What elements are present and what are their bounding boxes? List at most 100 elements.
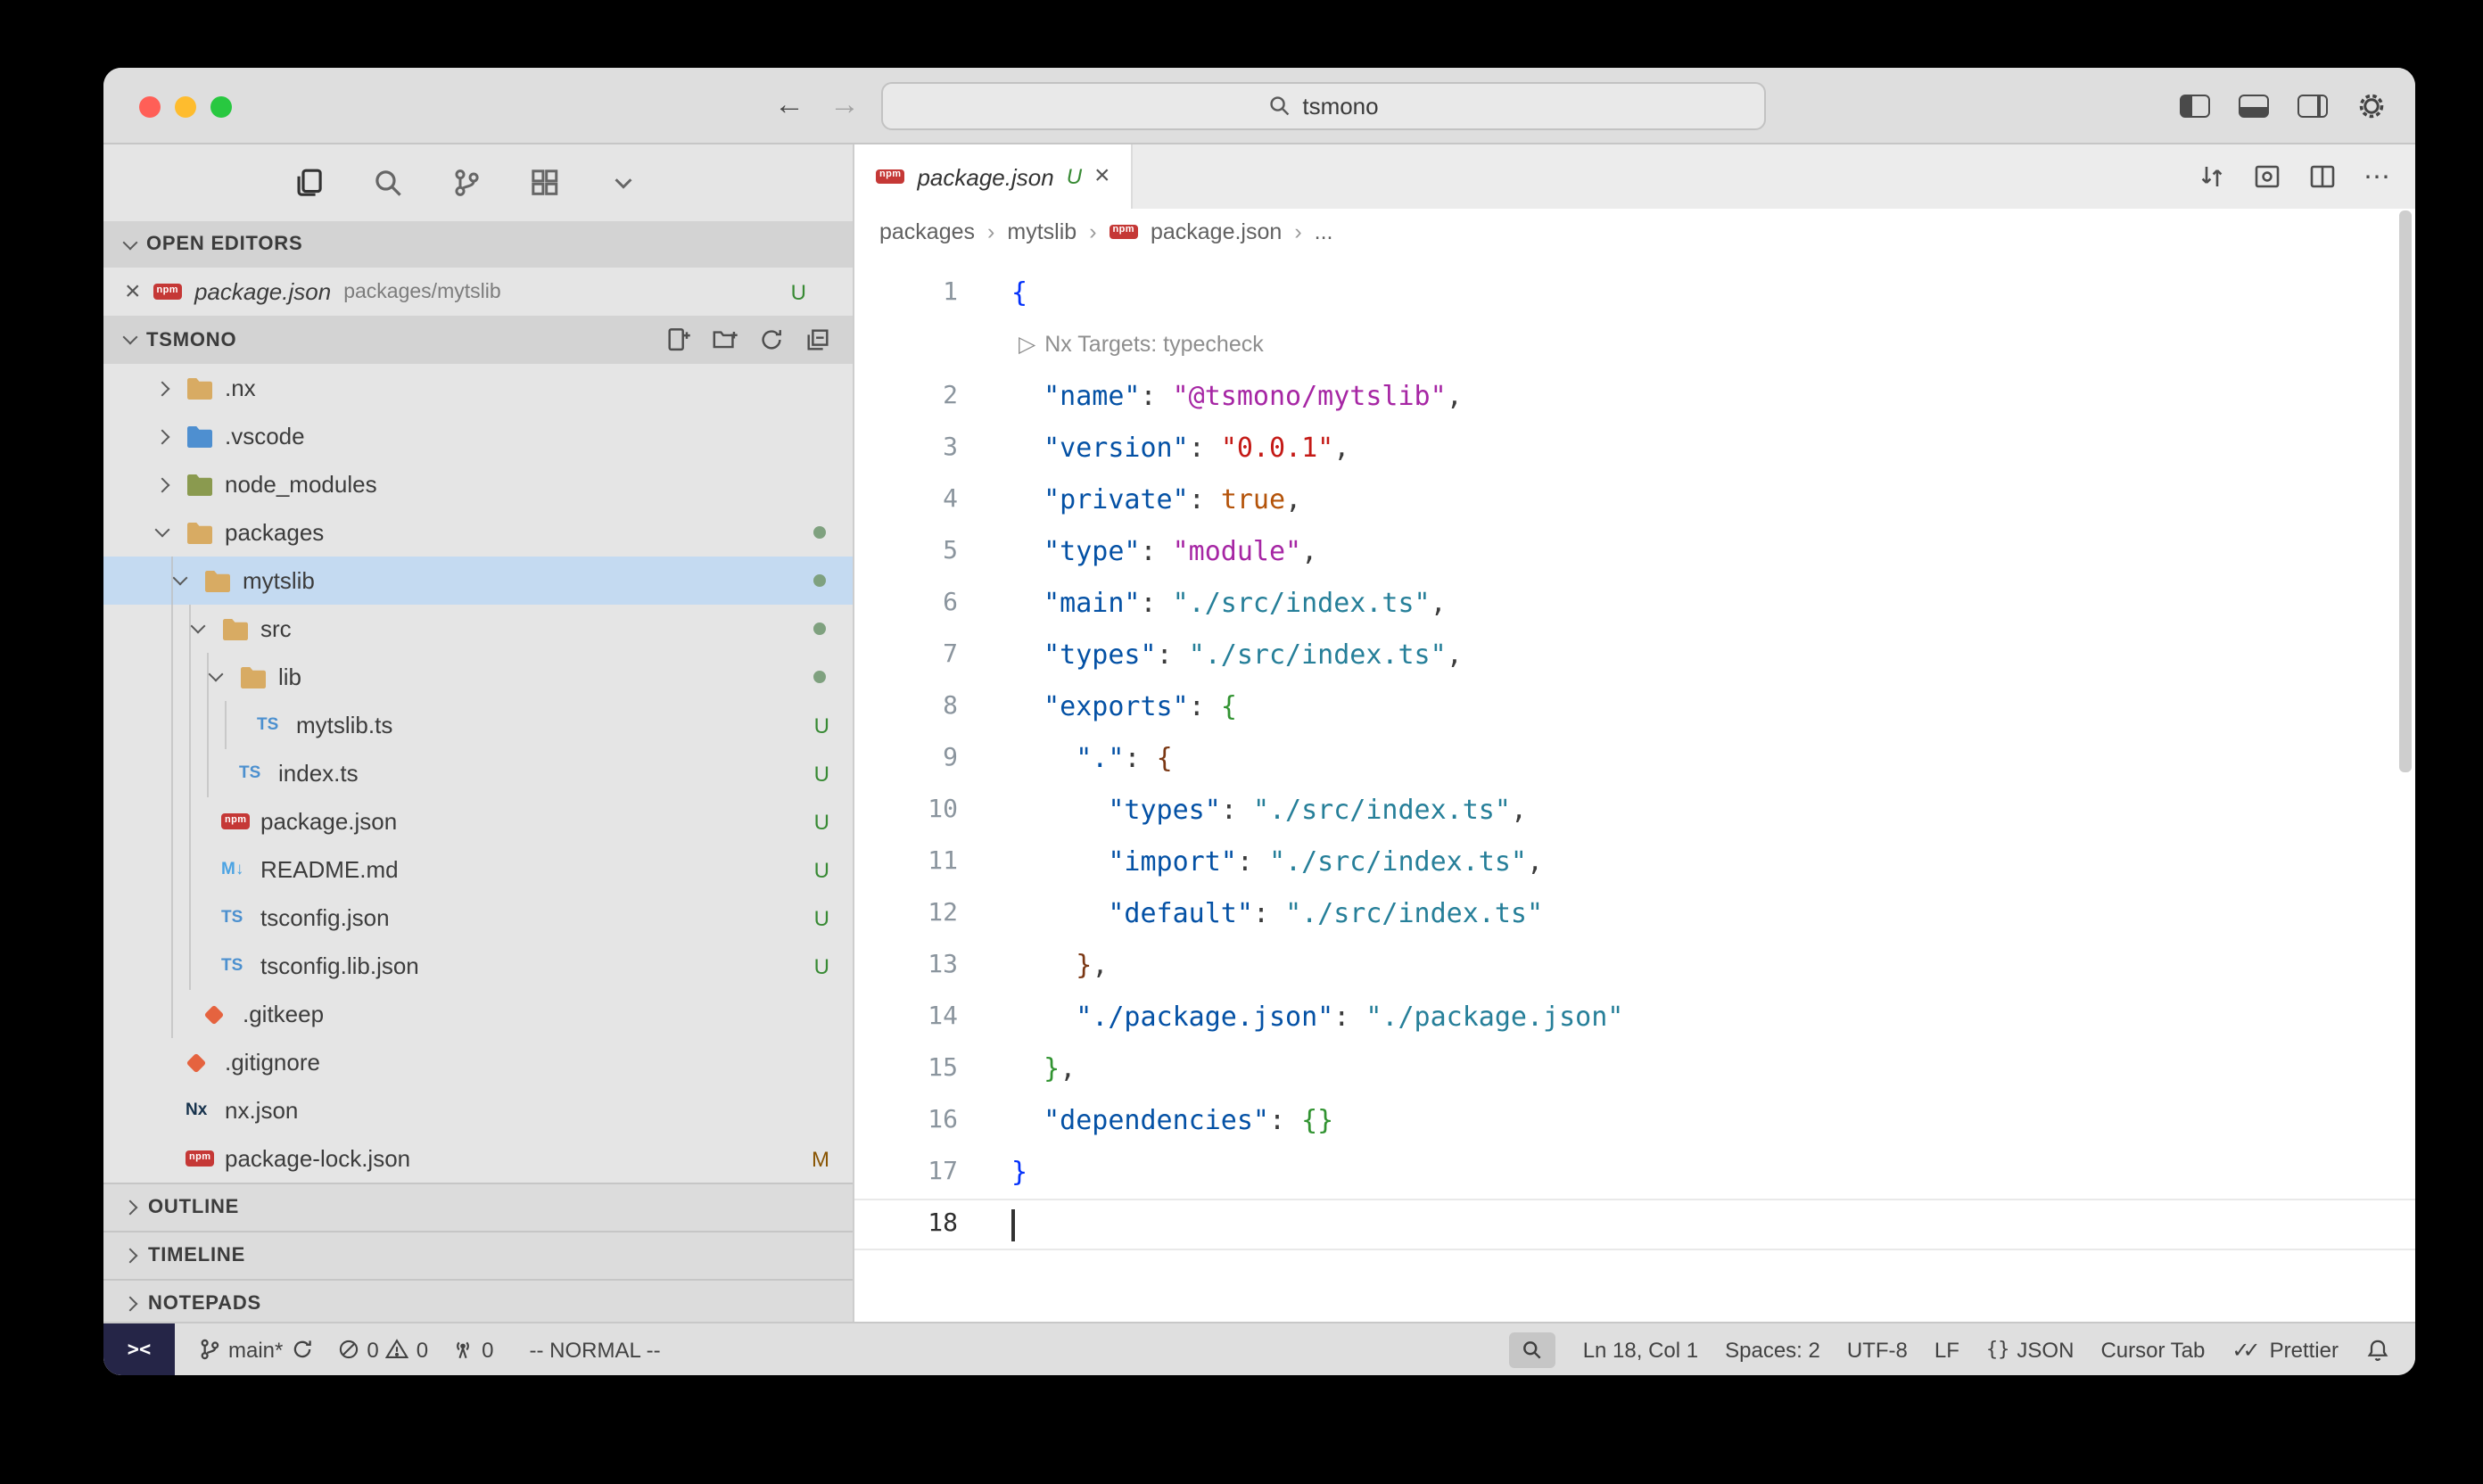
encoding-status[interactable]: UTF-8	[1847, 1337, 1908, 1362]
line-number: 3	[854, 423, 958, 474]
line-content: "default": "./src/index.ts"	[958, 888, 1543, 940]
tree-item-package.json[interactable]: npmpackage.jsonU	[103, 797, 853, 845]
code-line[interactable]: 4 "private": true,	[854, 474, 2415, 526]
split-editor-icon[interactable]	[2308, 162, 2337, 191]
outline-section-header[interactable]: OUTLINE	[103, 1183, 853, 1231]
eol-status[interactable]: LF	[1934, 1337, 1959, 1362]
breadcrumb-file[interactable]: package.json	[1151, 219, 1282, 244]
tree-item-mytslib.ts[interactable]: TSmytslib.tsU	[103, 701, 853, 749]
line-content: "private": true,	[958, 474, 1301, 526]
minimize-window-button[interactable]	[175, 96, 196, 118]
tree-item-.vscode[interactable]: .vscode	[103, 412, 853, 460]
open-changes-icon[interactable]	[2198, 162, 2226, 191]
open-editor-item[interactable]: × npm package.json packages/mytslib U	[103, 268, 853, 316]
code-line[interactable]: 3 "version": "0.0.1",	[854, 423, 2415, 474]
close-tab-icon[interactable]: ×	[1094, 164, 1110, 189]
breadcrumb-separator: ›	[1089, 219, 1096, 244]
code-line[interactable]: 10 "types": "./src/index.ts",	[854, 785, 2415, 837]
notifications-bell-icon[interactable]	[2365, 1337, 2390, 1362]
line-content: "name": "@tsmono/mytslib",	[958, 371, 1463, 423]
tree-item-.gitignore[interactable]: .gitignore	[103, 1038, 853, 1086]
codelens-nx-targets[interactable]: ▷Nx Targets: typecheck	[1019, 319, 1264, 371]
line-content: "import": "./src/index.ts",	[958, 837, 1543, 888]
toggle-panel-icon[interactable]	[2239, 95, 2269, 118]
open-preview-icon[interactable]	[2253, 162, 2281, 191]
remote-indicator[interactable]: ><	[103, 1323, 175, 1375]
forward-button[interactable]: →	[829, 86, 860, 125]
formatter-status[interactable]: ✓✓ Prettier	[2231, 1337, 2339, 1362]
cursor-tab-status[interactable]: Cursor Tab	[2100, 1337, 2205, 1362]
breadcrumb-mytslib[interactable]: mytslib	[1007, 219, 1077, 244]
extensions-icon[interactable]	[524, 168, 564, 198]
zoom-indicator[interactable]	[1510, 1331, 1556, 1367]
breadcrumb-packages[interactable]: packages	[879, 219, 975, 244]
explorer-section-header[interactable]: TSMONO	[103, 316, 853, 364]
open-editors-header[interactable]: OPEN EDITORS	[103, 221, 853, 268]
line-number: 16	[854, 1095, 958, 1147]
tree-item-mytslib[interactable]: mytslib	[103, 556, 853, 605]
maximize-window-button[interactable]	[210, 96, 232, 118]
git-status-badge: U	[814, 905, 829, 930]
tree-item-.nx[interactable]: .nx	[103, 364, 853, 412]
settings-gear-icon[interactable]	[2356, 91, 2387, 121]
new-folder-icon[interactable]	[712, 326, 738, 353]
tree-item-nx.json[interactable]: Nxnx.json	[103, 1086, 853, 1134]
code-line[interactable]: 12 "default": "./src/index.ts"	[854, 888, 2415, 940]
code-line[interactable]: 18	[854, 1199, 2415, 1250]
tree-item-README.md[interactable]: M↓README.mdU	[103, 845, 853, 894]
problems-status[interactable]: 0 0	[336, 1337, 428, 1362]
close-editor-icon[interactable]: ×	[125, 279, 141, 304]
cursor-position[interactable]: Ln 18, Col 1	[1583, 1337, 1698, 1362]
source-control-icon[interactable]	[446, 168, 485, 198]
toggle-secondary-sidebar-icon[interactable]	[2297, 95, 2328, 118]
ts-icon: TS	[239, 763, 278, 783]
code-line[interactable]: 15 },	[854, 1043, 2415, 1095]
code-editor[interactable]: 1{▷Nx Targets: typecheck2 "name": "@tsmo…	[854, 255, 2415, 1322]
ts-icon: TS	[257, 715, 296, 735]
code-line[interactable]: 17}	[854, 1147, 2415, 1199]
ports-status[interactable]: 0	[451, 1337, 493, 1362]
new-file-icon[interactable]	[665, 326, 692, 353]
search-view-icon[interactable]	[367, 168, 407, 198]
indentation-status[interactable]: Spaces: 2	[1725, 1337, 1820, 1362]
chevron-down-icon[interactable]	[603, 169, 642, 196]
explorer-icon[interactable]	[289, 168, 328, 198]
refresh-explorer-icon[interactable]	[758, 326, 785, 353]
code-line[interactable]: 6 "main": "./src/index.ts",	[854, 578, 2415, 630]
collapse-folders-icon[interactable]	[804, 326, 831, 353]
notepads-section-header[interactable]: NOTEPADS	[103, 1279, 853, 1322]
timeline-section-header[interactable]: TIMELINE	[103, 1231, 853, 1279]
tree-item-.gitkeep[interactable]: .gitkeep	[103, 990, 853, 1038]
code-line[interactable]: 5 "type": "module",	[854, 526, 2415, 578]
code-line[interactable]: 16 "dependencies": {}	[854, 1095, 2415, 1147]
tree-item-src[interactable]: src	[103, 605, 853, 653]
code-line[interactable]: 8 "exports": {	[854, 681, 2415, 733]
back-button[interactable]: ←	[774, 86, 804, 125]
more-actions-icon[interactable]: ⋯	[2363, 161, 2390, 193]
code-line[interactable]: 2 "name": "@tsmono/mytslib",	[854, 371, 2415, 423]
tab-bar: npm package.json U × ⋯	[854, 144, 2415, 209]
code-line[interactable]: 7 "types": "./src/index.ts",	[854, 630, 2415, 681]
tree-item-package-lock.json[interactable]: npmpackage-lock.jsonM	[103, 1134, 853, 1183]
tree-item-label: .gitignore	[225, 1049, 320, 1076]
code-line[interactable]: 13 },	[854, 940, 2415, 992]
branch-status[interactable]: main*	[198, 1337, 313, 1362]
close-window-button[interactable]	[139, 96, 161, 118]
language-mode[interactable]: {} JSON	[1986, 1337, 2075, 1362]
tree-item-node_modules[interactable]: node_modules	[103, 460, 853, 508]
editor-scrollbar[interactable]	[2399, 210, 2412, 772]
tree-item-lib[interactable]: lib	[103, 653, 853, 701]
command-center-search[interactable]: tsmono	[881, 82, 1766, 130]
code-line[interactable]: 1{	[854, 268, 2415, 319]
tab-package-json[interactable]: npm package.json U ×	[854, 144, 1134, 209]
breadcrumb-symbol[interactable]: ...	[1315, 219, 1333, 244]
tree-item-index.ts[interactable]: TSindex.tsU	[103, 749, 853, 797]
tree-item-packages[interactable]: packages	[103, 508, 853, 556]
tree-item-tsconfig.json[interactable]: TStsconfig.jsonU	[103, 894, 853, 942]
code-line[interactable]: 9 ".": {	[854, 733, 2415, 785]
code-line[interactable]: 11 "import": "./src/index.ts",	[854, 837, 2415, 888]
toggle-primary-sidebar-icon[interactable]	[2180, 95, 2210, 118]
folder-node-icon	[186, 473, 225, 496]
tree-item-tsconfig.lib.json[interactable]: TStsconfig.lib.jsonU	[103, 942, 853, 990]
code-line[interactable]: 14 "./package.json": "./package.json"	[854, 992, 2415, 1043]
